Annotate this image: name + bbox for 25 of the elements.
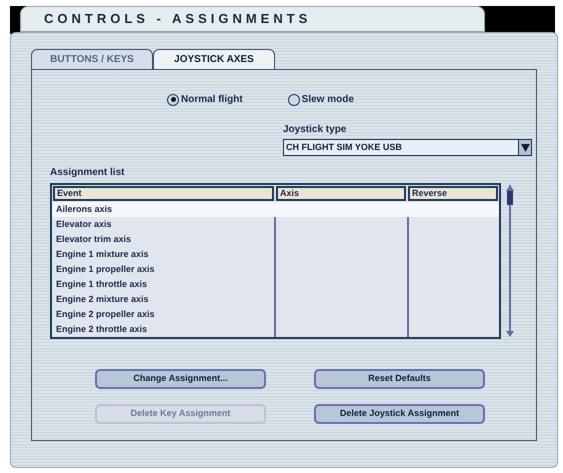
joystick-type-dropdown[interactable]: CH FLIGHT SIM YOKE USB bbox=[283, 139, 532, 156]
action-button[interactable]: Change Assignment... bbox=[95, 369, 266, 389]
table-row[interactable]: Ailerons axis bbox=[52, 202, 499, 217]
table-row[interactable]: Engine 2 throttle axis bbox=[52, 322, 499, 337]
assignment-list-label: Assignment list bbox=[50, 166, 126, 180]
table-row[interactable]: Engine 2 propeller axis bbox=[52, 307, 499, 322]
table-row[interactable]: Elevator axis bbox=[52, 217, 499, 232]
table-row[interactable]: Engine 1 mixture axis bbox=[52, 247, 499, 262]
column-header[interactable]: Event bbox=[53, 186, 274, 201]
caret-icon bbox=[518, 140, 531, 155]
tab[interactable]: BUTTONS / KEYS bbox=[31, 49, 153, 69]
action-button[interactable]: Reset Defaults bbox=[314, 369, 485, 389]
scrollbar-drawing[interactable] bbox=[505, 183, 515, 339]
table-row[interactable]: Elevator trim axis bbox=[52, 232, 499, 247]
window-title: CONTROLS - ASSIGNMENTS bbox=[44, 10, 312, 28]
table-row[interactable]: Engine 2 mixture axis bbox=[52, 292, 499, 307]
column-header[interactable]: Reverse bbox=[408, 186, 498, 201]
column-header[interactable]: Axis bbox=[276, 186, 406, 201]
tab[interactable]: JOYSTICK AXES bbox=[153, 49, 275, 69]
radio-button[interactable]: Slew mode bbox=[288, 92, 354, 107]
table-row[interactable]: Engine 1 throttle axis bbox=[52, 277, 499, 292]
joystick-type-label: Joystick type bbox=[283, 123, 348, 137]
action-button[interactable]: Delete Joystick Assignment bbox=[314, 404, 485, 424]
table-row[interactable]: Engine 1 propeller axis bbox=[52, 262, 499, 277]
radio-button[interactable]: Normal flight bbox=[167, 92, 243, 107]
